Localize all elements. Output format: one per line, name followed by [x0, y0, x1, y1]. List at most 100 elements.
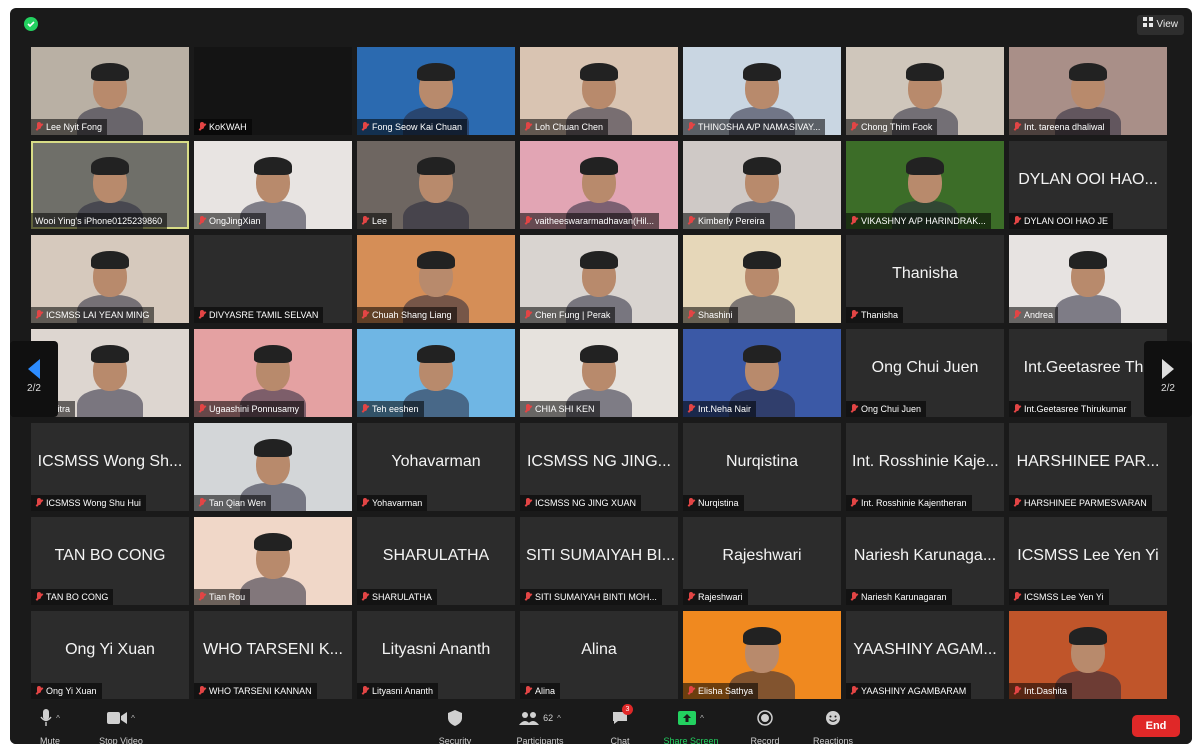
participant-name: Yohavarman	[372, 498, 423, 508]
participant-tile[interactable]: Nariesh Karunaga... Nariesh Karunagaran	[846, 517, 1004, 605]
muted-microphone-icon	[1013, 498, 1021, 508]
participant-display-name: TAN BO CONG	[54, 547, 166, 564]
participant-tile[interactable]: Tian Rou	[194, 517, 352, 605]
muted-microphone-icon	[361, 404, 369, 414]
participant-name-tag: Thanisha	[846, 307, 904, 323]
previous-page-button[interactable]: 2/2	[10, 341, 58, 417]
participant-tile[interactable]: ICSMSS LAI YEAN MING	[31, 235, 189, 323]
participant-name-tag: Chuah Shang Liang	[357, 307, 457, 323]
participant-tile[interactable]: Loh Chuan Chen	[520, 47, 678, 135]
participant-tile[interactable]: Chong Thim Fook	[846, 47, 1004, 135]
chat-button[interactable]: 3 Chat	[604, 704, 636, 744]
muted-microphone-icon	[35, 686, 43, 696]
end-meeting-button[interactable]: End	[1132, 715, 1180, 737]
participant-tile[interactable]: WHO TARSENI K... WHO TARSENI KANNAN	[194, 611, 352, 699]
participant-tile[interactable]: Int.Neha Nair	[683, 329, 841, 417]
participant-tile[interactable]: Teh eeshen	[357, 329, 515, 417]
page-indicator: 2/2	[1161, 383, 1175, 394]
participant-tile[interactable]: DYLAN OOI HAO... DYLAN OOI HAO JE	[1009, 141, 1167, 229]
participant-name-tag: Rajeshwari	[683, 589, 748, 605]
participant-tile[interactable]: Ugaashini Ponnusamy	[194, 329, 352, 417]
participant-name: YAASHINY AGAMBARAM	[861, 686, 967, 696]
share-screen-button[interactable]: ^ Share Screen	[658, 708, 724, 744]
participant-tile[interactable]: Tan Qian Wen	[194, 423, 352, 511]
participant-tile[interactable]: HARSHINEE PAR... HARSHINEE PARMESVARAN	[1009, 423, 1167, 511]
participants-button[interactable]: 62 ^ Participants	[504, 708, 576, 744]
participant-display-name: SITI SUMAIYAH BI...	[526, 547, 676, 564]
participant-tile[interactable]: Thanisha Thanisha	[846, 235, 1004, 323]
participant-tile[interactable]: Alina Alina	[520, 611, 678, 699]
participant-tile[interactable]: Elisha Sathya	[683, 611, 841, 699]
participant-tile[interactable]: Ong Yi Xuan Ong Yi Xuan	[31, 611, 189, 699]
participant-name: Kimberly Pereira	[698, 216, 765, 226]
participant-tile[interactable]: Int. tareena dhaliwal	[1009, 47, 1167, 135]
participant-name-tag: vaitheeswararmadhavan(Hil...	[520, 213, 660, 229]
participant-tile[interactable]: CHIA SHI KEN	[520, 329, 678, 417]
participant-name: Tan Qian Wen	[209, 498, 266, 508]
muted-microphone-icon	[35, 498, 43, 508]
reactions-smiley-icon	[826, 711, 840, 725]
encryption-shield-icon[interactable]	[24, 17, 38, 31]
participant-tile[interactable]: Lityasni Ananth Lityasni Ananth	[357, 611, 515, 699]
participant-tile[interactable]: Nurqistina Nurqistina	[683, 423, 841, 511]
stop-video-button[interactable]: ^ Stop Video	[88, 708, 154, 744]
participant-tile[interactable]: KoKWAH	[194, 47, 352, 135]
participant-name: WHO TARSENI KANNAN	[209, 686, 312, 696]
record-button[interactable]: Record	[746, 708, 784, 744]
participant-name: Ong Yi Xuan	[46, 686, 97, 696]
muted-microphone-icon	[850, 404, 858, 414]
muted-microphone-icon	[687, 686, 695, 696]
participant-tile[interactable]: THINOSHA A/P NAMASIVAY...	[683, 47, 841, 135]
share-options-caret-icon[interactable]: ^	[700, 714, 704, 723]
participant-name: Int.Neha Nair	[698, 404, 752, 414]
muted-microphone-icon	[361, 498, 369, 508]
participant-tile[interactable]: Chuah Shang Liang	[357, 235, 515, 323]
top-bar: View	[10, 8, 1192, 40]
participant-tile[interactable]: Rajeshwari Rajeshwari	[683, 517, 841, 605]
muted-microphone-icon	[687, 404, 695, 414]
participant-tile[interactable]: YAASHINY AGAM... YAASHINY AGAMBARAM	[846, 611, 1004, 699]
participant-tile[interactable]: vaitheeswararmadhavan(Hil...	[520, 141, 678, 229]
participant-name: Andrea	[1024, 310, 1054, 320]
security-button[interactable]: Security	[434, 708, 476, 744]
participant-tile[interactable]: ICSMSS Wong Sh... ICSMSS Wong Shu Hui	[31, 423, 189, 511]
video-options-caret-icon[interactable]: ^	[131, 714, 135, 723]
participant-tile[interactable]: Shashini	[683, 235, 841, 323]
participant-tile[interactable]: ICSMSS Lee Yen Yi ICSMSS Lee Yen Yi	[1009, 517, 1167, 605]
participant-name-tag: Ong Chui Juen	[846, 401, 927, 417]
reactions-button[interactable]: Reactions	[808, 708, 858, 744]
participant-tile[interactable]: Fong Seow Kai Chuan	[357, 47, 515, 135]
participant-tile[interactable]: OngJingXian	[194, 141, 352, 229]
participant-tile[interactable]: Wooi Ying's iPhone0125239860	[31, 141, 189, 229]
participant-name: Lee	[372, 216, 388, 226]
participant-tile[interactable]: Yohavarman Yohavarman	[357, 423, 515, 511]
view-button[interactable]: View	[1136, 15, 1184, 35]
participant-tile[interactable]: Int. Rosshinie Kaje... Int. Rosshinie Kaj…	[846, 423, 1004, 511]
participant-tile[interactable]: TAN BO CONG TAN BO CONG	[31, 517, 189, 605]
participant-tile[interactable]: ICSMSS NG JING... ICSMSS NG JING XUAN	[520, 423, 678, 511]
mute-button[interactable]: ^ Mute	[30, 708, 70, 744]
participant-name: Lee Nyit Fong	[46, 122, 103, 132]
participant-tile[interactable]: Lee	[357, 141, 515, 229]
participant-tile[interactable]: VIKASHNY A/P HARINDRAK...	[846, 141, 1004, 229]
muted-microphone-icon	[35, 122, 43, 132]
participant-tile[interactable]: SITI SUMAIYAH BI... SITI SUMAIYAH BINTI M…	[520, 517, 678, 605]
participant-tile[interactable]: Ong Chui Juen Ong Chui Juen	[846, 329, 1004, 417]
participant-tile[interactable]: Chen Fung | Perak	[520, 235, 678, 323]
participant-tile[interactable]: Lee Nyit Fong	[31, 47, 189, 135]
participant-tile[interactable]: Andrea	[1009, 235, 1167, 323]
participant-tile[interactable]: Kimberly Pereira	[683, 141, 841, 229]
participant-tile[interactable]: DIVYASRE TAMIL SELVAN	[194, 235, 352, 323]
mute-options-caret-icon[interactable]: ^	[56, 714, 60, 723]
participant-name-tag: DIVYASRE TAMIL SELVAN	[194, 307, 324, 323]
participant-tile[interactable]: SHARULATHA SHARULATHA	[357, 517, 515, 605]
next-page-button[interactable]: 2/2	[1144, 341, 1192, 417]
participants-options-caret-icon[interactable]: ^	[557, 714, 561, 723]
participant-name: Int. Rosshinie Kajentheran	[861, 498, 967, 508]
participant-display-name: ICSMSS Wong Sh...	[37, 453, 183, 470]
participant-name-tag: Tian Rou	[194, 589, 251, 605]
participant-display-name: SHARULATHA	[382, 547, 490, 564]
participant-tile[interactable]: Int.Dashita	[1009, 611, 1167, 699]
muted-microphone-icon	[850, 216, 858, 226]
participant-name-tag: DYLAN OOI HAO JE	[1009, 213, 1114, 229]
